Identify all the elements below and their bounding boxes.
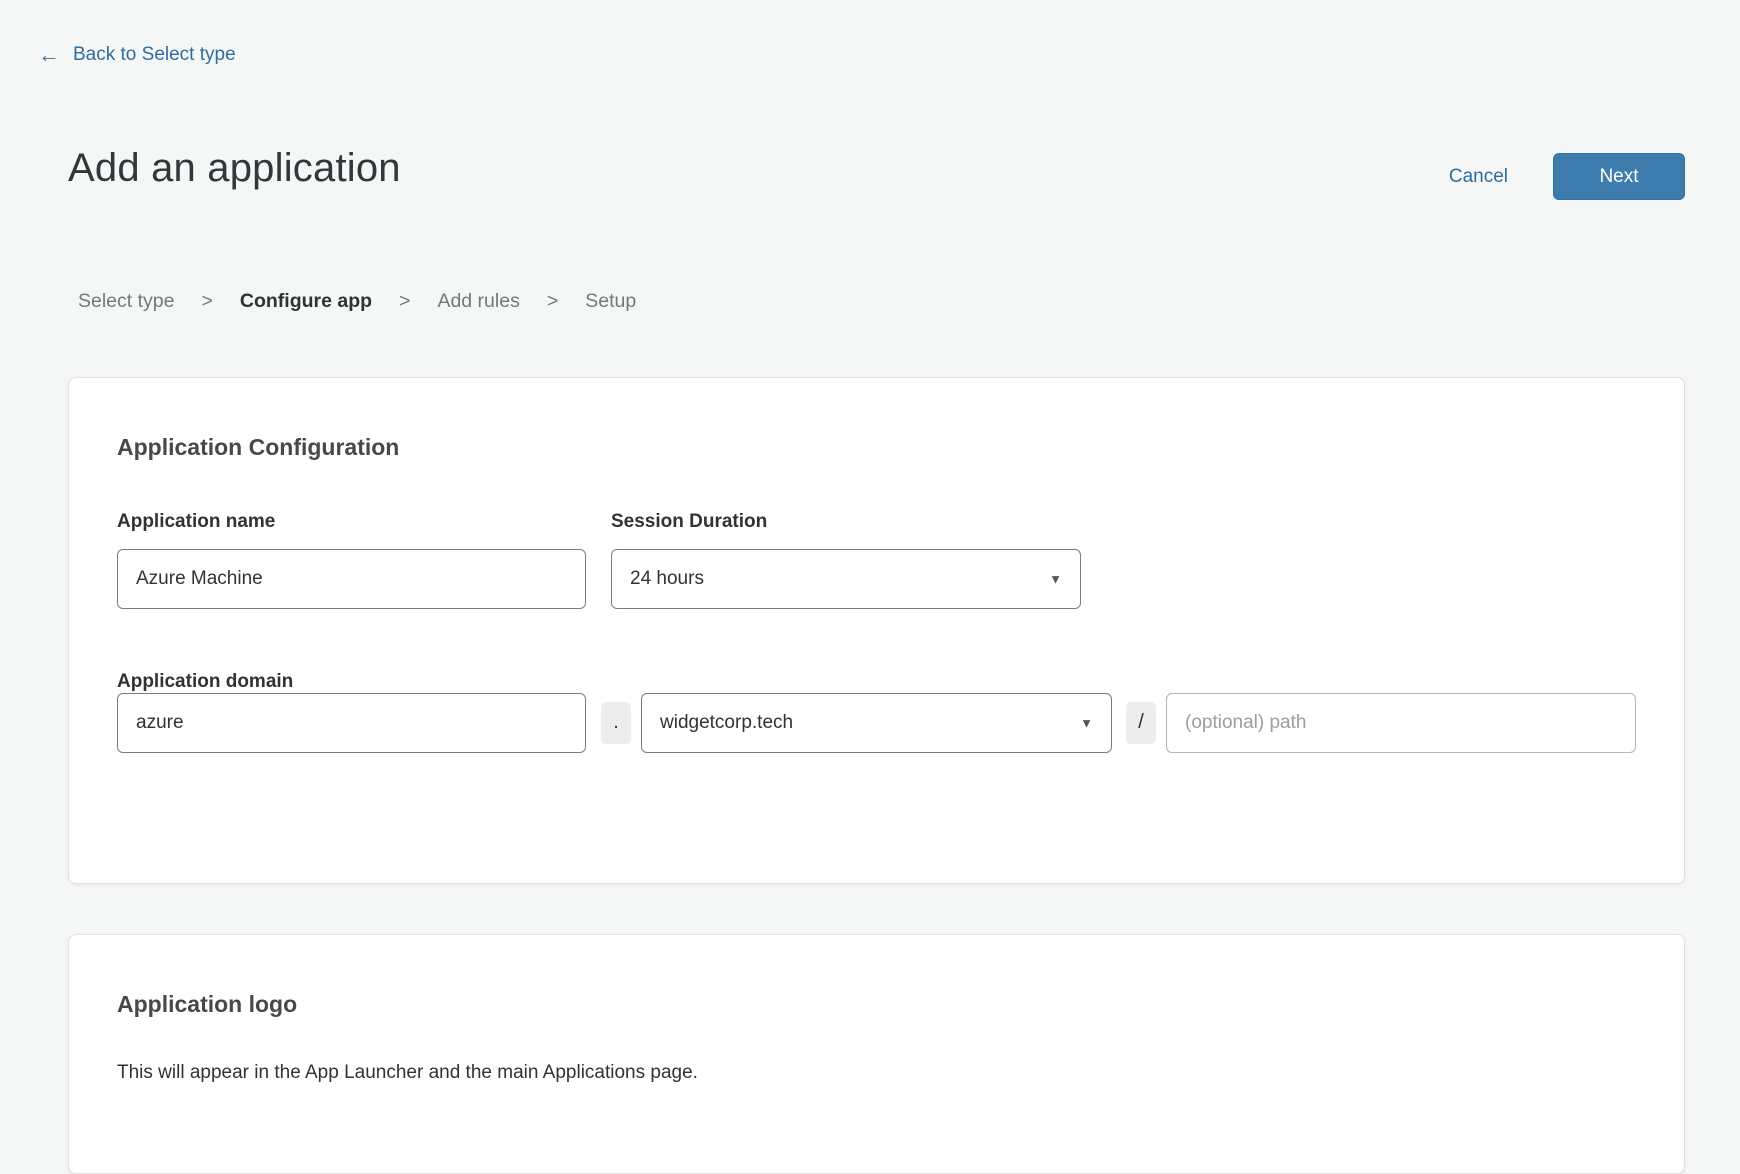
session-duration-value: 24 hours bbox=[630, 568, 704, 590]
breadcrumb-step-select-type[interactable]: Select type bbox=[78, 290, 174, 313]
breadcrumb-step-setup[interactable]: Setup bbox=[585, 290, 636, 313]
chevron-down-icon: ▼ bbox=[1049, 572, 1062, 587]
back-to-select-type-link[interactable]: ← Back to Select type bbox=[38, 44, 236, 66]
application-logo-heading: Application logo bbox=[117, 991, 1636, 1018]
application-domain-section: Application domain . widgetcorp.tech ▼ / bbox=[117, 671, 1636, 753]
back-link-label: Back to Select type bbox=[73, 44, 236, 66]
application-name-field-group: Application name bbox=[117, 511, 586, 609]
header-actions: Cancel Next bbox=[1449, 153, 1685, 200]
domain-value: widgetcorp.tech bbox=[660, 712, 793, 734]
back-arrow-icon: ← bbox=[38, 44, 60, 66]
application-name-label: Application name bbox=[117, 511, 586, 533]
breadcrumb-step-add-rules[interactable]: Add rules bbox=[437, 290, 519, 313]
application-domain-label: Application domain bbox=[117, 671, 293, 692]
subdomain-input[interactable] bbox=[117, 693, 586, 753]
application-name-input[interactable] bbox=[117, 549, 586, 609]
path-input[interactable] bbox=[1166, 693, 1636, 753]
application-configuration-heading: Application Configuration bbox=[117, 434, 1636, 461]
session-duration-select[interactable]: 24 hours ▼ bbox=[611, 549, 1081, 609]
breadcrumb-separator: > bbox=[201, 290, 212, 313]
breadcrumb: Select type > Configure app > Add rules … bbox=[78, 290, 636, 313]
breadcrumb-separator: > bbox=[547, 290, 558, 313]
chevron-down-icon: ▼ bbox=[1080, 716, 1093, 731]
name-session-row: Application name Session Duration 24 hou… bbox=[117, 511, 1636, 609]
application-logo-description: This will appear in the App Launcher and… bbox=[117, 1062, 1636, 1084]
breadcrumb-separator: > bbox=[399, 290, 410, 313]
cancel-button[interactable]: Cancel bbox=[1449, 166, 1508, 188]
page-title: Add an application bbox=[68, 146, 401, 191]
breadcrumb-step-configure-app[interactable]: Configure app bbox=[240, 290, 372, 313]
application-domain-row: . widgetcorp.tech ▼ / bbox=[117, 693, 1636, 753]
session-duration-field-group: Session Duration 24 hours ▼ bbox=[611, 511, 1081, 609]
session-duration-label: Session Duration bbox=[611, 511, 1081, 533]
domain-select[interactable]: widgetcorp.tech ▼ bbox=[641, 693, 1112, 753]
dot-separator: . bbox=[601, 702, 631, 744]
application-logo-card: Application logo This will appear in the… bbox=[68, 934, 1685, 1174]
application-configuration-card: Application Configuration Application na… bbox=[68, 377, 1685, 884]
next-button[interactable]: Next bbox=[1553, 153, 1685, 200]
slash-separator: / bbox=[1126, 702, 1156, 744]
